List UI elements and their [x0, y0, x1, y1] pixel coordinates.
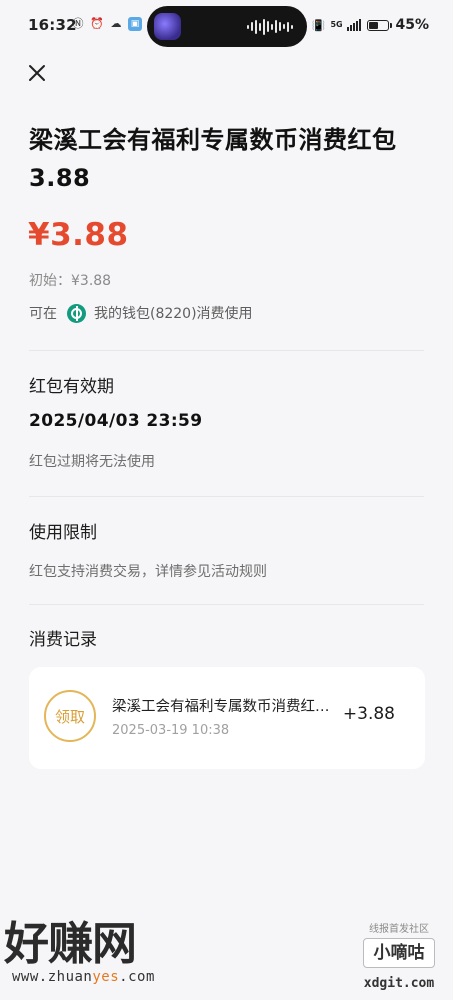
audio-wave-icon — [247, 17, 293, 36]
wechat-icon: ☁ — [110, 17, 122, 30]
divider — [29, 604, 424, 605]
watermark-right-url: xdgit.com — [363, 976, 435, 991]
restriction-heading: 使用限制 — [29, 523, 97, 543]
watermark-left: 好赚网 www.zhuanyes.com — [0, 916, 200, 1000]
restriction-note: 红包支持消费交易，详情参见活动规则 — [29, 564, 267, 580]
close-button[interactable] — [26, 62, 48, 84]
network-type: 5G — [330, 20, 343, 29]
status-right: 📳 5G 45% — [311, 17, 429, 33]
record-name: 梁溪工会有福利专属数币消费红包3.88 — [112, 699, 336, 715]
battery-percent: 45% — [395, 17, 429, 33]
usable-prefix: 可在 — [29, 306, 57, 322]
watermark-left-title: 好赚网 — [4, 917, 137, 970]
expiry-note: 红包过期将无法使用 — [29, 454, 155, 470]
dynamic-island[interactable] — [147, 6, 307, 47]
usable-wallet-row: 可在 我的钱包(8220)消费使用 — [29, 303, 253, 323]
nfc-icon: Ⓝ — [72, 17, 84, 30]
record-amount: +3.88 — [342, 704, 395, 724]
vibrate-icon: 📳 — [311, 18, 326, 32]
media-thumbnail-icon — [154, 13, 181, 40]
watermark-url-part: www.zhuan — [12, 969, 93, 985]
usable-wallet: 我的钱包(8220)消费使用 — [94, 306, 253, 322]
battery-icon — [367, 19, 393, 31]
validity-heading: 红包有效期 — [29, 377, 114, 397]
watermark-right-logo: 小嘀咕 — [363, 938, 435, 968]
watermark-url-highlight: yes — [92, 969, 120, 985]
divider — [29, 350, 424, 351]
watermark-left-url: www.zhuanyes.com — [12, 969, 155, 985]
record-badge: 领取 — [44, 690, 96, 742]
bank-logo-icon — [67, 303, 86, 323]
status-left-icons: Ⓝ ⏰ ☁ ▣ — [71, 17, 142, 31]
close-icon — [29, 65, 45, 81]
initial-amount: 初始：¥3.88 — [29, 273, 112, 289]
record-card[interactable]: 领取 梁溪工会有福利专属数币消费红包3.88 2025-03-19 10:38 … — [29, 667, 425, 769]
app-notification-icon: ▣ — [128, 17, 142, 31]
divider — [29, 496, 424, 497]
red-packet-title: 梁溪工会有福利专属数币消费红包3.88 — [29, 126, 397, 192]
expiry-date: 2025/04/03 23:59 — [29, 411, 203, 431]
battery-fill — [369, 21, 379, 29]
red-packet-amount: ¥3.88 — [28, 217, 129, 253]
alarm-icon: ⏰ — [90, 17, 104, 30]
watermark-right-tagline: 线报首发社区 — [369, 924, 429, 935]
status-time: 16:32 — [28, 16, 77, 34]
watermark-url-part: .com — [119, 969, 155, 985]
record-time: 2025-03-19 10:38 — [112, 723, 230, 738]
signal-icon — [347, 19, 362, 31]
records-heading: 消费记录 — [29, 630, 97, 650]
status-bar: 16:32 Ⓝ ⏰ ☁ ▣ 📳 5G 45% — [0, 0, 453, 52]
watermark-right: 线报首发社区 小嘀咕 xdgit.com — [363, 920, 443, 998]
